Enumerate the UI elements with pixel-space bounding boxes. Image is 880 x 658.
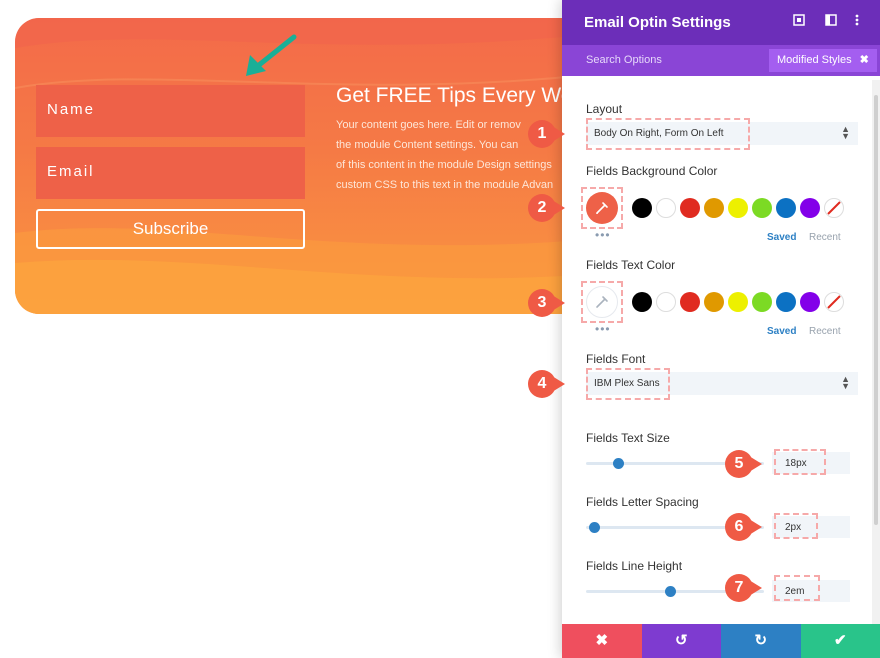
optin-title: Get FREE Tips Every Wee — [336, 84, 585, 107]
tab-modified-styles[interactable]: Modified Styles ✖ — [769, 49, 877, 72]
email-field[interactable]: Email — [36, 147, 305, 199]
panel-title: Email Optin Settings — [584, 14, 731, 31]
callout-number: 4 — [537, 375, 547, 392]
fullscreen-icon[interactable] — [792, 14, 806, 30]
fields-font-label: Fields Font — [586, 352, 646, 366]
layout-label: Layout — [586, 102, 623, 116]
swatch-green[interactable] — [752, 292, 772, 312]
modified-styles-label: Modified Styles — [777, 54, 852, 66]
fields-letter-spacing-label: Fields Letter Spacing — [586, 495, 699, 509]
tab-search-options[interactable]: Search Options — [586, 54, 662, 66]
callout-number: 5 — [734, 455, 744, 472]
callout-number: 6 — [734, 518, 744, 535]
settings-panel: Email Optin Settings Search Options Modi… — [562, 0, 880, 658]
highlight-box — [774, 513, 818, 539]
panel-tabs: Search Options Modified Styles ✖ — [562, 45, 880, 76]
fields-text-size-label: Fields Text Size — [586, 431, 670, 445]
text-size-slider-thumb[interactable] — [613, 458, 624, 469]
callout-number: 3 — [537, 294, 547, 311]
callout-2: 2 — [527, 193, 567, 223]
callout-1: 1 — [527, 119, 567, 149]
callout-3: 3 — [527, 288, 567, 318]
highlight-box — [774, 575, 820, 601]
split-view-icon[interactable] — [824, 14, 838, 30]
saved-colors-tab[interactable]: Saved — [767, 232, 796, 243]
swatch-orange[interactable] — [704, 198, 724, 218]
no-color-icon[interactable] — [824, 198, 844, 218]
swatch-white[interactable] — [656, 198, 676, 218]
callout-7: 7 — [724, 573, 764, 603]
swatch-blue[interactable] — [776, 198, 796, 218]
swatch-white[interactable] — [656, 292, 676, 312]
saved-colors-tab[interactable]: Saved — [767, 326, 796, 337]
callout-4: 4 — [527, 369, 567, 399]
swatch-red[interactable] — [680, 198, 700, 218]
select-caret-icon: ▲ ▼ — [841, 374, 850, 391]
more-colors-icon[interactable]: ••• — [595, 228, 611, 242]
line-height-slider-thumb[interactable] — [665, 586, 676, 597]
subscribe-button[interactable]: Subscribe — [36, 209, 305, 249]
more-colors-icon[interactable]: ••• — [595, 322, 611, 336]
highlight-box — [586, 368, 670, 400]
swatch-purple[interactable] — [800, 292, 820, 312]
undo-button[interactable]: ↺ — [641, 624, 721, 658]
panel-header: Email Optin Settings — [562, 0, 880, 45]
check-icon: ✔ — [833, 632, 847, 649]
undo-icon: ↺ — [674, 632, 688, 649]
more-options-icon[interactable] — [850, 14, 864, 30]
scrollbar-thumb[interactable] — [874, 95, 878, 525]
save-button[interactable]: ✔ — [800, 624, 880, 658]
highlight-box — [586, 118, 750, 150]
redo-icon: ↻ — [754, 632, 768, 649]
swatch-black[interactable] — [632, 292, 652, 312]
swatch-red[interactable] — [680, 292, 700, 312]
swatch-blue[interactable] — [776, 292, 796, 312]
fields-text-color-label: Fields Text Color — [586, 258, 676, 272]
fields-bg-color-label: Fields Background Color — [586, 164, 718, 178]
swatch-yellow[interactable] — [728, 198, 748, 218]
redo-button[interactable]: ↻ — [721, 624, 801, 658]
arrow-pointer-icon — [246, 34, 297, 76]
swatch-green[interactable] — [752, 198, 772, 218]
no-color-icon[interactable] — [824, 292, 844, 312]
swatch-black[interactable] — [632, 198, 652, 218]
callout-5: 5 — [724, 449, 764, 479]
callout-number: 1 — [537, 125, 547, 142]
panel-footer: ✖ ↺ ↻ ✔ — [562, 624, 880, 658]
swatch-orange[interactable] — [704, 292, 724, 312]
email-optin-preview: Name Email Subscribe Get FREE Tips Every… — [15, 18, 605, 314]
swatch-purple[interactable] — [800, 198, 820, 218]
callout-6: 6 — [724, 512, 764, 542]
callout-number: 2 — [537, 199, 547, 216]
highlight-box — [774, 449, 826, 475]
close-icon: ✖ — [595, 632, 609, 649]
recent-colors-tab[interactable]: Recent — [809, 232, 841, 243]
select-caret-icon: ▲ ▼ — [841, 124, 850, 141]
letter-spacing-slider-thumb[interactable] — [589, 522, 600, 533]
swatch-yellow[interactable] — [728, 292, 748, 312]
discard-button[interactable]: ✖ — [562, 624, 642, 658]
highlight-box — [581, 281, 623, 323]
fields-line-height-label: Fields Line Height — [586, 559, 683, 573]
highlight-box — [581, 187, 623, 229]
recent-colors-tab[interactable]: Recent — [809, 326, 841, 337]
callout-number: 7 — [734, 579, 744, 596]
clear-filter-icon[interactable]: ✖ — [860, 54, 869, 66]
name-field[interactable]: Name — [36, 85, 305, 137]
